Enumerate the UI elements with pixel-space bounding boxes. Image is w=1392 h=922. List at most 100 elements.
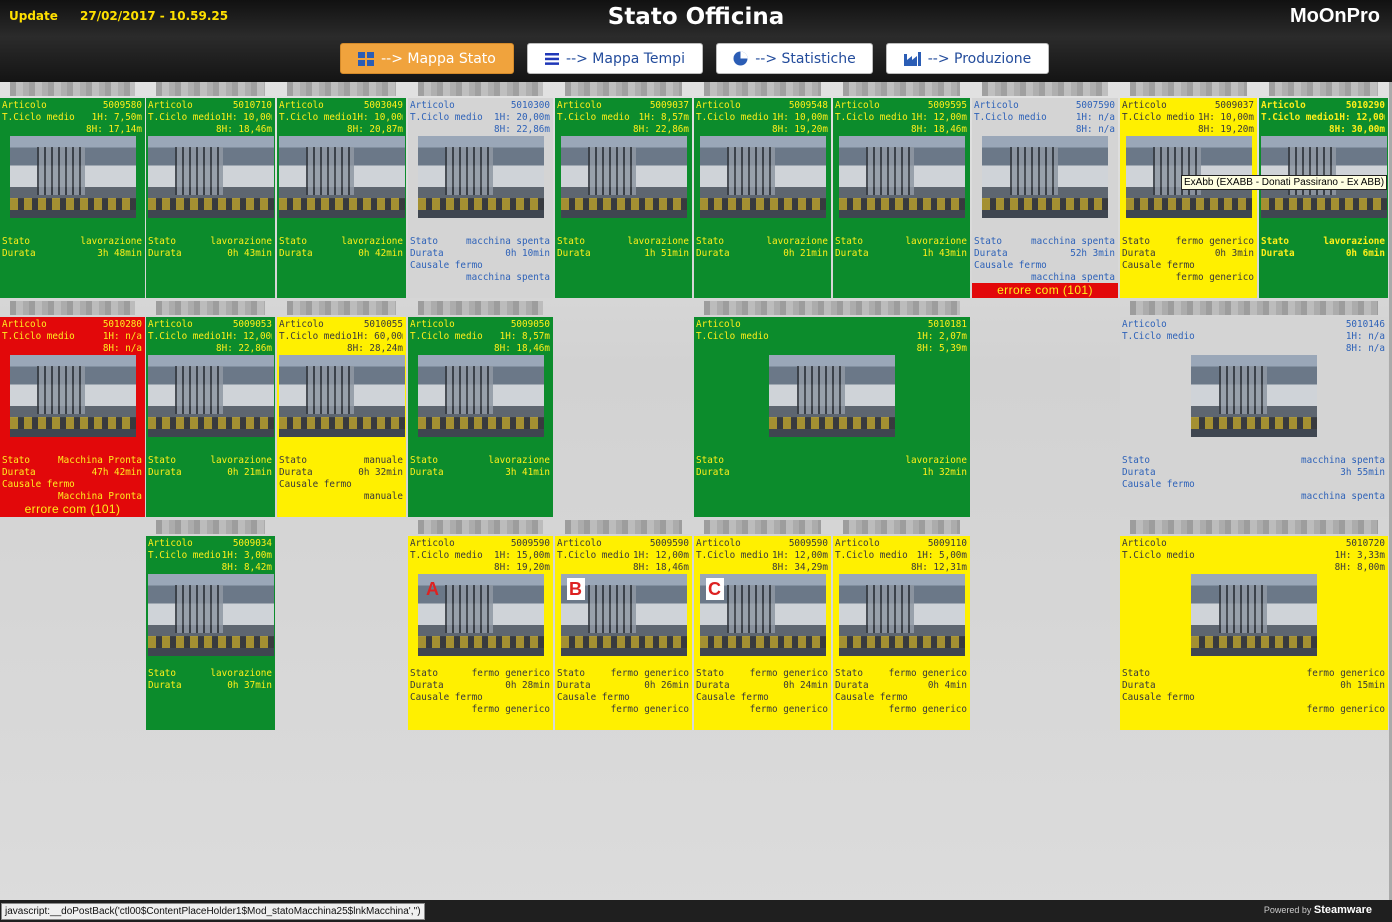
field-value: 1h 32min bbox=[922, 467, 967, 478]
field-label: Stato bbox=[410, 668, 438, 679]
machine-name-header bbox=[156, 82, 265, 96]
machine-card[interactable]: Articolo 5010710 T.Ciclo medio 1H: 10,00m 8H… bbox=[146, 98, 275, 298]
steamware-logo: Steamware bbox=[1313, 904, 1372, 916]
machine-card[interactable]: Articolo 5009590 T.Ciclo medio 1H: 12,00m 8H… bbox=[555, 536, 692, 730]
field-value: lavorazione bbox=[766, 236, 828, 247]
card-row: Causale fermo bbox=[696, 692, 828, 704]
field-value: 0h 24min bbox=[783, 680, 828, 691]
field-value: lavorazione bbox=[341, 236, 403, 247]
machine-card[interactable]: Articolo 5009590 T.Ciclo medio 1H: 12,00m 8H… bbox=[694, 536, 831, 730]
machine-card[interactable]: Articolo 5009053 T.Ciclo medio 1H: 12,00m 8H… bbox=[146, 317, 275, 517]
machine-card[interactable]: Articolo 5010720 T.Ciclo medio 1H: 3,33m 8H:… bbox=[1120, 536, 1388, 730]
machine-card[interactable]: Articolo 5009037 T.Ciclo medio 1H: 8,57m 8H:… bbox=[555, 98, 692, 298]
field-value: fermo generico bbox=[610, 704, 689, 715]
card-row: Articolo 5009595 bbox=[835, 100, 967, 112]
field-label: T.Ciclo medio bbox=[557, 112, 630, 123]
field-label: Articolo bbox=[1122, 100, 1167, 111]
card-row: Stato lavorazione bbox=[410, 455, 550, 467]
card-row: T.Ciclo medio 1H: 10,00m bbox=[279, 112, 403, 124]
field-label: Articolo bbox=[557, 100, 602, 111]
field-value: 8H: 19,20m bbox=[494, 562, 550, 573]
machine-photo bbox=[417, 136, 544, 218]
machine-card[interactable]: Articolo 5009580 T.Ciclo medio 1H: 7,50m 8H:… bbox=[0, 98, 145, 298]
machine-card[interactable]: Articolo 5009110 T.Ciclo medio 1H: 5,00m 8H:… bbox=[833, 536, 970, 730]
card-row: T.Ciclo medio 1H: 60,00m bbox=[279, 331, 403, 343]
field-label: Causale fermo bbox=[410, 692, 483, 703]
field-label: T.Ciclo medio bbox=[696, 331, 769, 342]
card-row: Durata 3h 41min bbox=[410, 467, 550, 479]
field-value: macchina spenta bbox=[466, 272, 550, 283]
field-label: Durata bbox=[148, 467, 182, 478]
card-row: T.Ciclo medio 1H: 12,00m bbox=[696, 550, 828, 562]
machine-card[interactable]: Articolo 5010055 T.Ciclo medio 1H: 60,00m 8H… bbox=[277, 317, 406, 517]
machine-card[interactable]: Articolo 5010181 T.Ciclo medio 1H: 2,07m 8H:… bbox=[694, 317, 970, 517]
nav-mappa-stato-button[interactable]: --> Mappa Stato bbox=[340, 43, 514, 74]
field-value: 1H: 12,00m bbox=[633, 550, 689, 561]
field-value: 8H: 22,86m bbox=[494, 124, 550, 135]
machine-card[interactable]: Articolo 5009050 T.Ciclo medio 1H: 8,57m 8H:… bbox=[408, 317, 553, 517]
machine-card[interactable]: Articolo 5009590 T.Ciclo medio 1H: 15,00m 8H… bbox=[408, 536, 553, 730]
card-row: Durata 0h 43min bbox=[148, 248, 272, 260]
machine-name-header bbox=[982, 82, 1108, 96]
card-row: Articolo 5009580 bbox=[2, 100, 142, 112]
field-value: 1H: n/a bbox=[1345, 331, 1385, 342]
card-row: T.Ciclo medio 1H: 20,00m bbox=[410, 112, 550, 124]
machine-card[interactable]: Articolo 5010290 T.Ciclo medio 1H: 12,00m 8H… bbox=[1259, 98, 1388, 298]
field-label: Articolo bbox=[1261, 100, 1306, 111]
field-label: Durata bbox=[557, 248, 591, 259]
machine-card[interactable]: Articolo 5010300 T.Ciclo medio 1H: 20,00m 8H… bbox=[408, 98, 553, 298]
machine-card[interactable]: Articolo 5009595 T.Ciclo medio 1H: 12,00m 8H… bbox=[833, 98, 970, 298]
field-label: Articolo bbox=[2, 319, 47, 330]
machine-card[interactable]: Articolo 5010146 T.Ciclo medio 1H: n/a 8H: n… bbox=[1120, 317, 1388, 517]
nav-statistiche-button[interactable]: --> Statistiche bbox=[716, 43, 873, 74]
field-value: fermo generico bbox=[1306, 704, 1385, 715]
field-label: Articolo bbox=[835, 100, 880, 111]
field-value: 3h 41min bbox=[505, 467, 550, 478]
powered-by: Powered by Steamware bbox=[1264, 904, 1372, 916]
field-value: manuale bbox=[363, 455, 403, 466]
card-row: T.Ciclo medio 1H: n/a bbox=[1122, 331, 1385, 343]
card-row: Durata 0h 10min bbox=[410, 248, 550, 260]
field-value: 1H: 10,00m bbox=[1198, 112, 1254, 123]
field-label: Causale fermo bbox=[1122, 692, 1195, 703]
machine-card[interactable]: Articolo 5003049 T.Ciclo medio 1H: 10,00m 8H… bbox=[277, 98, 406, 298]
card-row: Stato fermo generico bbox=[1122, 236, 1254, 248]
field-value: 5010300 bbox=[510, 100, 550, 111]
machine-card[interactable]: Articolo 5009548 T.Ciclo medio 1H: 10,00m 8H… bbox=[694, 98, 831, 298]
field-value: 8H: 19,20m bbox=[1198, 124, 1254, 135]
card-row: 8H: 12,31m bbox=[835, 562, 967, 574]
field-label: Articolo bbox=[279, 319, 324, 330]
card-row: Causale fermo bbox=[2, 479, 142, 491]
field-value: 5009037 bbox=[649, 100, 689, 111]
top-bar: Update 27/02/2017 - 10.59.25 Stato Offic… bbox=[0, 0, 1392, 82]
machine-photo bbox=[417, 355, 544, 437]
card-row: Stato fermo generico bbox=[1122, 668, 1385, 680]
field-label: Articolo bbox=[279, 100, 324, 111]
field-value: lavorazione bbox=[1323, 236, 1385, 247]
field-label: Durata bbox=[696, 467, 730, 478]
field-value: 0h 15min bbox=[1340, 680, 1385, 691]
error-banner: errore com (101) bbox=[972, 283, 1118, 298]
card-row: 8H: n/a bbox=[974, 124, 1115, 136]
machine-card[interactable]: Articolo 5009037 T.Ciclo medio 1H: 10,00m 8H… bbox=[1120, 98, 1257, 298]
field-value: 1H: 8,57m bbox=[638, 112, 689, 123]
card-row: Stato lavorazione bbox=[148, 236, 272, 248]
nav-produzione-button[interactable]: --> Produzione bbox=[886, 43, 1049, 74]
field-value: 1H: 12,00m bbox=[1333, 112, 1385, 123]
field-label: Causale fermo bbox=[410, 260, 483, 271]
card-row: T.Ciclo medio 1H: n/a bbox=[2, 331, 142, 343]
nav-mappa-tempi-button[interactable]: --> Mappa Tempi bbox=[527, 43, 703, 74]
machine-photo bbox=[147, 574, 274, 656]
field-label: Stato bbox=[1122, 236, 1150, 247]
card-row: Stato lavorazione bbox=[148, 455, 272, 467]
machine-card[interactable]: Articolo 5009034 T.Ciclo medio 1H: 3,00m 8H:… bbox=[146, 536, 275, 730]
machine-card[interactable]: Articolo 5010280 T.Ciclo medio 1H: n/a 8H: n… bbox=[0, 317, 145, 517]
field-label: T.Ciclo medio bbox=[410, 331, 483, 342]
field-label: Articolo bbox=[1122, 319, 1167, 330]
card-row: fermo generico bbox=[410, 704, 550, 716]
card-row: macchina spenta bbox=[410, 272, 550, 284]
machine-card[interactable]: Articolo 5007590 T.Ciclo medio 1H: n/a 8H: n… bbox=[972, 98, 1118, 298]
field-value: 8H: 8,42m bbox=[221, 562, 272, 573]
nav-label: --> Mappa Tempi bbox=[566, 50, 685, 67]
machine-photo bbox=[278, 355, 405, 437]
